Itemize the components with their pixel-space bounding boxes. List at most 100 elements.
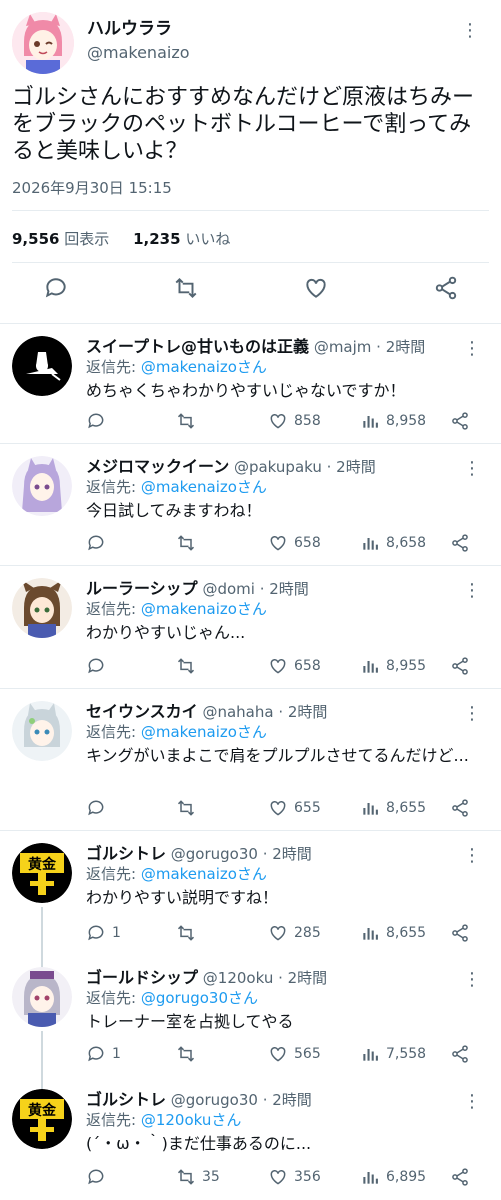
views-button[interactable]: 8,958 (360, 411, 426, 431)
display-name[interactable]: ゴルシトレ (86, 1090, 166, 1109)
reply-button[interactable] (86, 411, 112, 431)
retweet-button[interactable] (176, 411, 202, 431)
action-bar: 1 565 7,558 (86, 1044, 478, 1068)
display-name[interactable]: セイウンスカイ (86, 702, 198, 721)
handle-time[interactable]: @pakupaku · 2時間 (229, 458, 376, 476)
avatar[interactable] (12, 336, 72, 396)
timestamp[interactable]: 2026年9月30日 15:15 (12, 177, 172, 198)
action-bar: 658 8,658 (86, 533, 478, 557)
avatar[interactable] (12, 967, 72, 1027)
reply-button[interactable]: 1 (86, 1044, 121, 1064)
reply-to-link[interactable]: @gorugo30さん (141, 989, 258, 1007)
view-count[interactable]: 9,556 (12, 230, 59, 248)
reply-to-link[interactable]: @makenaizoさん (141, 478, 267, 496)
reply-button[interactable] (86, 1167, 112, 1187)
like-count: 655 (294, 800, 321, 816)
view-count: 8,655 (386, 800, 427, 816)
reply-to-link[interactable]: @makenaizoさん (141, 865, 267, 883)
handle[interactable]: @makenaizo (87, 43, 190, 62)
reply-button[interactable] (86, 656, 112, 676)
reply-to: 返信先: @makenaizoさん (86, 598, 267, 619)
reply-tweet[interactable]: ルーラーシップ @domi · 2時間 ⋮ 返信先: @makenaizoさん わかり… (0, 565, 501, 689)
reply-tweet[interactable]: セイウンスカイ @nahaha · 2時間 ⋮ 返信先: @makenaizoさんキ… (0, 688, 501, 831)
share-button[interactable] (450, 1167, 470, 1187)
handle-time[interactable]: @majm · 2時間 (309, 338, 425, 356)
reply-button[interactable] (86, 798, 112, 818)
more-options-icon[interactable]: ⋮ (463, 460, 481, 478)
like-icon (268, 923, 288, 943)
views-button[interactable]: 7,558 (360, 1044, 426, 1064)
views-button[interactable]: 8,655 (360, 798, 426, 818)
reply-to-link[interactable]: @120okuさん (141, 1111, 242, 1129)
share-button[interactable] (450, 923, 470, 943)
retweet-button[interactable] (176, 798, 202, 818)
avatar[interactable]: 黄金 (12, 843, 72, 903)
more-options-icon[interactable]: ⋮ (461, 22, 479, 40)
more-options-icon[interactable]: ⋮ (463, 971, 481, 989)
retweet-button[interactable] (176, 1044, 202, 1064)
view-count: 8,655 (386, 925, 427, 941)
avatar[interactable]: 黄金 (12, 1089, 72, 1149)
handle-time[interactable]: @120oku · 2時間 (198, 969, 327, 987)
more-options-icon[interactable]: ⋮ (463, 582, 481, 600)
like-button[interactable]: 658 (268, 656, 321, 676)
share-button[interactable] (450, 798, 470, 818)
reply-to-link[interactable]: @makenaizoさん (141, 723, 267, 741)
avatar[interactable] (12, 701, 72, 761)
like-count: 285 (294, 925, 321, 941)
like-button[interactable]: 858 (268, 411, 321, 431)
avatar[interactable] (12, 456, 72, 516)
like-button[interactable]: 658 (268, 533, 321, 553)
more-options-icon[interactable]: ⋮ (463, 705, 481, 723)
retweet-button[interactable]: 35 (176, 1167, 220, 1187)
like-button[interactable]: 356 (268, 1167, 321, 1187)
like-icon[interactable] (303, 275, 329, 301)
reply-tweet[interactable]: ゴールドシップ @120oku · 2時間 ⋮ 返信先: @gorugo30さん トレ… (0, 955, 501, 1089)
views-button[interactable]: 8,658 (360, 533, 426, 553)
like-count[interactable]: 1,235 (133, 230, 180, 248)
share-button[interactable] (450, 1044, 470, 1064)
handle-time[interactable]: @domi · 2時間 (198, 580, 308, 598)
reply-icon (86, 656, 106, 676)
divider (12, 210, 489, 211)
avatar[interactable] (12, 578, 72, 638)
like-button[interactable]: 285 (268, 923, 321, 943)
handle-time[interactable]: @gorugo30 · 2時間 (166, 845, 312, 863)
retweet-icon (176, 533, 196, 553)
more-options-icon[interactable]: ⋮ (463, 340, 481, 358)
more-options-icon[interactable]: ⋮ (463, 1093, 481, 1111)
handle-time[interactable]: @gorugo30 · 2時間 (166, 1091, 312, 1109)
retweet-button[interactable] (176, 923, 202, 943)
reply-tweet[interactable]: 黄金 ゴルシトレ @gorugo30 · 2時間 ⋮ 返信先: @makenaizoさ… (0, 830, 501, 968)
like-button[interactable]: 655 (268, 798, 321, 818)
more-options-icon[interactable]: ⋮ (463, 847, 481, 865)
views-button[interactable]: 8,655 (360, 923, 426, 943)
share-button[interactable] (450, 656, 470, 676)
reply-icon[interactable] (43, 275, 69, 301)
display-name[interactable]: ゴルシトレ (86, 844, 166, 863)
display-name[interactable]: メジロマックイーン (86, 457, 229, 476)
retweet-button[interactable] (176, 656, 202, 676)
reply-tweet[interactable]: メジロマックイーン @pakupaku · 2時間 ⋮ 返信先: @makenaiz… (0, 443, 501, 566)
display-name[interactable]: ゴールドシップ (86, 968, 198, 987)
retweet-button[interactable] (176, 533, 202, 553)
retweet-icon[interactable] (173, 275, 199, 301)
reply-button[interactable]: 1 (86, 923, 121, 943)
like-button[interactable]: 565 (268, 1044, 321, 1064)
reply-button[interactable] (86, 533, 112, 553)
views-button[interactable]: 6,895 (360, 1167, 426, 1187)
reply-tweet[interactable]: 黄金 ゴルシトレ @gorugo30 · 2時間 ⋮ 返信先: @120okuさん (´… (0, 1077, 501, 1200)
display-name[interactable]: スイープトレ@甘いものは正義 (86, 337, 309, 356)
svg-text:黄金: 黄金 (28, 856, 57, 873)
reply-to-link[interactable]: @makenaizoさん (141, 358, 267, 376)
display-name[interactable]: ハルウララ (87, 14, 172, 39)
share-icon[interactable] (433, 275, 459, 301)
display-name[interactable]: ルーラーシップ (86, 579, 198, 598)
handle-time[interactable]: @nahaha · 2時間 (198, 703, 327, 721)
reply-to-link[interactable]: @makenaizoさん (141, 600, 267, 618)
avatar[interactable] (12, 12, 74, 74)
views-button[interactable]: 8,955 (360, 656, 426, 676)
share-button[interactable] (450, 411, 470, 431)
reply-tweet[interactable]: スイープトレ@甘いものは正義 @majm · 2時間 ⋮ 返信先: @makenai… (0, 323, 501, 444)
share-button[interactable] (450, 533, 470, 553)
